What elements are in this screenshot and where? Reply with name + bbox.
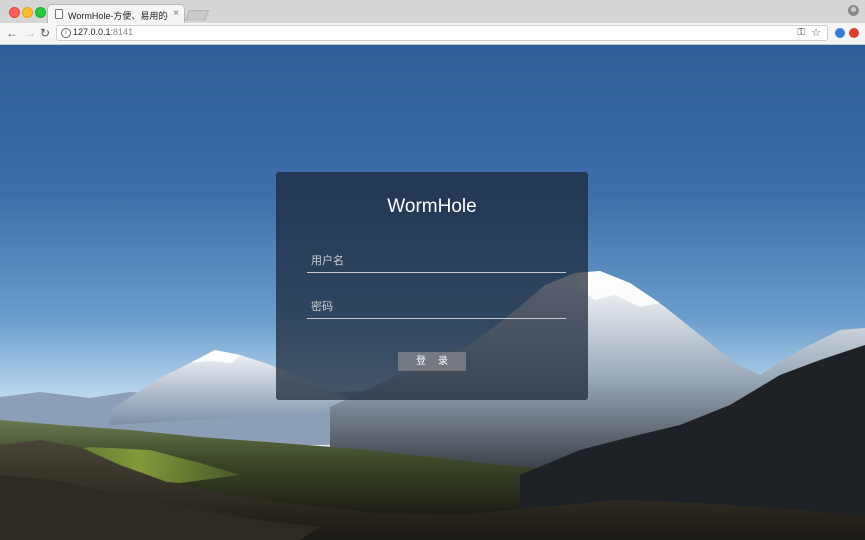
password-field	[307, 296, 566, 319]
info-icon[interactable]: i	[61, 28, 71, 38]
profile-icon[interactable]	[848, 5, 859, 16]
new-tab-button[interactable]	[184, 10, 210, 21]
window-zoom-button[interactable]	[35, 7, 46, 18]
extension-icon-red[interactable]	[849, 28, 859, 38]
password-input[interactable]	[307, 296, 566, 318]
url-text[interactable]: 127.0.0.1:8141	[73, 27, 133, 37]
url-port: :8141	[110, 27, 134, 37]
window-minimize-button[interactable]	[22, 7, 33, 18]
tab-close-icon[interactable]: ×	[173, 8, 179, 19]
back-arrow-icon[interactable]: ←	[6, 26, 18, 40]
page-favicon-icon	[55, 9, 63, 19]
browser-tab-active[interactable]: WormHole-方便、易用的dubbo ×	[47, 4, 185, 23]
username-field	[307, 250, 566, 273]
login-page-background: WormHole 登录	[0, 45, 865, 540]
login-title: WormHole	[387, 196, 477, 217]
address-bar[interactable]: i 127.0.0.1:8141 ⚿ ☆	[56, 25, 828, 41]
browser-toolbar: ← → ↻ i 127.0.0.1:8141 ⚿ ☆	[0, 23, 865, 45]
login-button[interactable]: 登录	[398, 352, 466, 371]
tab-title: WormHole-方便、易用的dubbo	[68, 11, 168, 21]
login-card: WormHole 登录	[276, 172, 588, 400]
star-icon[interactable]: ☆	[811, 26, 821, 39]
forward-arrow-icon[interactable]: →	[24, 26, 36, 40]
url-host: 127.0.0.1	[73, 27, 111, 37]
browser-titlebar: WormHole-方便、易用的dubbo ×	[0, 0, 865, 24]
key-icon[interactable]: ⚿	[797, 27, 805, 38]
username-input[interactable]	[307, 250, 566, 272]
extension-icon-blue[interactable]	[835, 28, 845, 38]
reload-icon[interactable]: ↻	[40, 26, 50, 40]
window-close-button[interactable]	[9, 7, 20, 18]
